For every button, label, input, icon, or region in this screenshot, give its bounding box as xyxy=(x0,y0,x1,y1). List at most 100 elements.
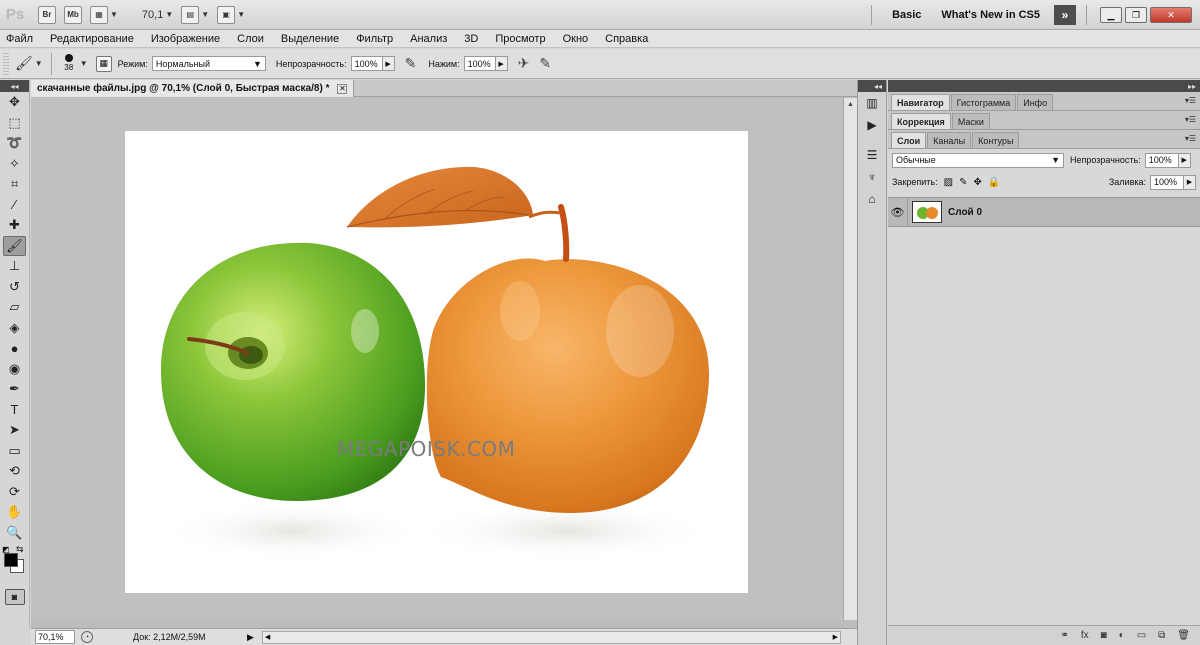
menu-image[interactable]: Изображение xyxy=(151,33,220,45)
clone-stamp-tool-icon[interactable]: ⊥ xyxy=(0,256,29,277)
layer-row[interactable]: 👁 Слой 0 xyxy=(888,197,1200,227)
quick-mask-button[interactable]: ◙ xyxy=(4,589,25,605)
layers-list-empty-area[interactable] xyxy=(888,227,1200,612)
restore-button[interactable]: ❐ xyxy=(1125,7,1147,23)
history-panel-icon[interactable]: ▥ xyxy=(858,92,886,114)
layer-style-icon[interactable]: fx xyxy=(1081,630,1089,641)
menu-analysis[interactable]: Анализ xyxy=(410,33,447,45)
tab-channels[interactable]: Каналы xyxy=(927,132,972,148)
panel-menu-icon[interactable]: ▾☰ xyxy=(1185,134,1196,143)
menu-3d[interactable]: 3D xyxy=(464,33,478,45)
workspace-basic[interactable]: Basic xyxy=(892,9,921,21)
move-tool-icon[interactable]: ✥ xyxy=(0,92,29,113)
scroll-left-icon[interactable]: ◀ xyxy=(265,633,270,641)
tab-histogram[interactable]: Гистограмма xyxy=(950,94,1017,110)
3d-orbit-tool-icon[interactable]: ⟳ xyxy=(0,482,29,503)
lock-position-icon[interactable]: ✥ xyxy=(973,177,981,188)
tablet-size-icon[interactable]: ✎ xyxy=(539,55,551,72)
eraser-tool-icon[interactable]: ▱ xyxy=(0,297,29,318)
paint-bucket-tool-icon[interactable]: ◈ xyxy=(0,318,29,339)
bridge-button[interactable]: Br xyxy=(38,5,56,24)
tab-navigator[interactable]: Навигатор xyxy=(891,94,950,110)
marquee-tool-icon[interactable]: ⬚ xyxy=(0,113,29,134)
pen-tool-icon[interactable]: ✒ xyxy=(0,379,29,400)
shape-tool-icon[interactable]: ▭ xyxy=(0,441,29,462)
panel-menu-icon[interactable]: ▾☰ xyxy=(1185,96,1196,105)
lock-all-icon[interactable]: 🔒 xyxy=(988,177,1000,188)
lock-pixels-icon[interactable]: ✎ xyxy=(959,177,967,188)
brush-tool-icon[interactable]: 🖌 xyxy=(3,235,26,256)
link-layers-icon[interactable]: ⚭ xyxy=(1060,630,1068,641)
scroll-up-icon[interactable]: ▲ xyxy=(844,98,857,110)
3d-rotate-tool-icon[interactable]: ⟲ xyxy=(0,461,29,482)
lasso-tool-icon[interactable]: ➰ xyxy=(0,133,29,154)
opacity-input[interactable]: 100% xyxy=(350,56,383,71)
type-tool-icon[interactable]: T xyxy=(0,400,29,421)
menu-help[interactable]: Справка xyxy=(605,33,648,45)
close-window-button[interactable]: ✕ xyxy=(1150,7,1192,23)
new-group-icon[interactable]: ▭ xyxy=(1137,630,1146,641)
new-layer-icon[interactable]: ⧉ xyxy=(1158,630,1165,641)
brush-presets-panel-icon[interactable]: ☰ xyxy=(858,144,886,166)
actions-panel-icon[interactable]: ▶ xyxy=(858,114,886,136)
document-tab[interactable]: скачанные файлы.jpg @ 70,1% (Слой 0, Быс… xyxy=(31,80,355,97)
options-grip[interactable] xyxy=(3,52,9,75)
tab-masks[interactable]: Маски xyxy=(951,113,990,129)
close-icon[interactable]: ✕ xyxy=(337,83,348,94)
path-selection-tool-icon[interactable]: ➤ xyxy=(0,420,29,441)
pressure-slider-arrow[interactable]: ▶ xyxy=(495,56,508,71)
more-workspaces-button[interactable]: » xyxy=(1054,5,1076,25)
menu-edit[interactable]: Редактирование xyxy=(50,33,134,45)
airbrush-icon[interactable]: ✈ xyxy=(518,55,530,72)
zoom-level[interactable]: 70,1 xyxy=(142,9,163,21)
healing-brush-tool-icon[interactable]: ✚ xyxy=(0,215,29,236)
menu-window[interactable]: Окно xyxy=(563,33,589,45)
menu-select[interactable]: Выделение xyxy=(281,33,339,45)
menu-view[interactable]: Просмотр xyxy=(495,33,545,45)
fill-input[interactable]: 100% xyxy=(1150,174,1184,190)
tab-adjustments[interactable]: Коррекция xyxy=(891,113,951,129)
menu-layers[interactable]: Слои xyxy=(237,33,264,45)
strip-collapse-icon[interactable]: ◂◂ xyxy=(858,80,886,92)
chevron-down-icon[interactable]: ▼ xyxy=(165,10,173,19)
chevron-down-icon[interactable]: ▼ xyxy=(35,59,43,68)
pressure-input[interactable]: 100% xyxy=(463,56,496,71)
image-canvas[interactable]: MEGAPOISK.COM xyxy=(125,131,748,593)
tool-presets-panel-icon[interactable]: ⌂ xyxy=(858,188,886,210)
layer-thumbnail[interactable] xyxy=(912,201,942,223)
brush-panel-toggle-icon[interactable]: ▦ xyxy=(95,55,112,72)
blend-mode-select[interactable]: Обычные ▼ xyxy=(892,152,1064,168)
menu-file[interactable]: Файл xyxy=(6,33,33,45)
zoom-input[interactable]: 70,1% xyxy=(35,630,75,644)
tab-info[interactable]: Инфо xyxy=(1017,94,1054,110)
blur-tool-icon[interactable]: ● xyxy=(0,338,29,359)
foreground-color-swatch[interactable] xyxy=(4,553,18,567)
layer-opacity-input[interactable]: 100% xyxy=(1144,152,1179,168)
screen-mode-icon[interactable]: ▣ xyxy=(217,5,236,24)
arrange-documents-icon[interactable]: ▤ xyxy=(181,5,200,24)
chevron-down-icon[interactable]: ▼ xyxy=(201,10,209,19)
tab-paths[interactable]: Контуры xyxy=(972,132,1020,148)
brush-size-picker[interactable]: 38 xyxy=(60,54,78,73)
mode-select[interactable]: Нормальный ▼ xyxy=(151,56,266,71)
delete-layer-icon[interactable]: 🗑 xyxy=(1177,630,1190,641)
status-info-icon[interactable]: ◔ xyxy=(81,631,93,643)
clone-source-panel-icon[interactable]: ♆ xyxy=(858,166,886,188)
chevron-down-icon[interactable]: ▼ xyxy=(237,10,245,19)
tools-collapse-icon[interactable]: ◂◂ xyxy=(0,80,29,92)
layer-opacity-arrow[interactable]: ▶ xyxy=(1178,152,1191,168)
chevron-down-icon[interactable]: ▼ xyxy=(110,10,118,19)
layer-name[interactable]: Слой 0 xyxy=(948,207,982,218)
tab-layers[interactable]: Слои xyxy=(891,132,927,148)
lock-transparency-icon[interactable]: ▨ xyxy=(944,177,953,188)
workspace-whats-new[interactable]: What's New in CS5 xyxy=(941,9,1040,21)
mini-bridge-button[interactable]: Mb xyxy=(64,5,82,24)
add-mask-icon[interactable]: ◙ xyxy=(1101,630,1107,641)
hand-tool-icon[interactable]: ✋ xyxy=(0,502,29,523)
crop-tool-icon[interactable]: ⌗ xyxy=(0,174,29,195)
brush-tool-preset-icon[interactable]: 🖌 xyxy=(15,55,33,72)
view-extras-icon[interactable]: ▦ xyxy=(90,5,108,24)
adjustment-layer-icon[interactable]: ◐ xyxy=(1119,630,1125,641)
dodge-tool-icon[interactable]: ◉ xyxy=(0,359,29,380)
zoom-tool-icon[interactable]: 🔍 xyxy=(0,523,29,544)
